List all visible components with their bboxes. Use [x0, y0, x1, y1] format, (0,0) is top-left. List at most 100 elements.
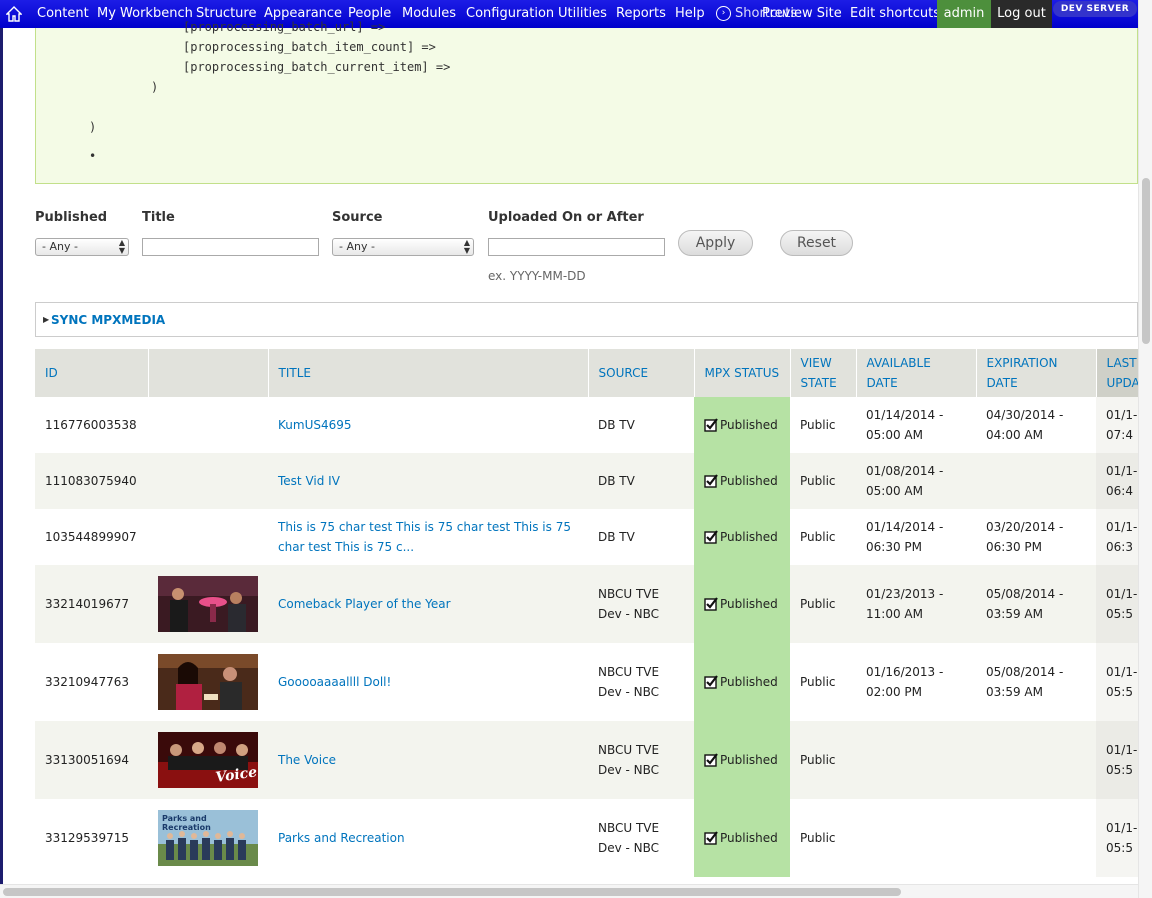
checkbox-checked-icon	[704, 418, 718, 432]
user-account-link[interactable]: admin	[937, 0, 991, 28]
home-icon[interactable]	[6, 6, 22, 22]
cell-thumbnail	[148, 643, 268, 721]
menu-configuration[interactable]: Configuration	[466, 6, 554, 21]
thumbnail-image[interactable]	[158, 576, 258, 632]
media-title-link[interactable]: This is 75 char test This is 75 char tes…	[278, 520, 571, 554]
cell-source: DB TV	[588, 397, 694, 453]
menu-my-workbench[interactable]: My Workbench	[97, 6, 193, 21]
col-header-title[interactable]: TITLE	[268, 349, 589, 397]
cell-view-state: Public	[790, 643, 856, 721]
status-text: Published	[720, 530, 778, 544]
col-header-view-state[interactable]: VIEW STATE	[790, 349, 857, 397]
table-row: 33210947763 Gooooaaaallll Doll! NBCU TVE D…	[35, 643, 1138, 721]
checkbox-checked-icon	[704, 530, 718, 544]
col-header-last-updated[interactable]: LAST UPDA	[1096, 349, 1138, 397]
col-header-available-date[interactable]: AVAILABLE DATE	[856, 349, 977, 397]
published-filter-label: Published	[35, 210, 108, 225]
cell-mpx-status: Published	[694, 397, 790, 453]
media-title-link[interactable]: KumUS4695	[278, 418, 352, 432]
table-row: 33130051694 Voice The Voice NBCU TVE Dev - …	[35, 721, 1138, 799]
cell-available-date	[856, 799, 976, 877]
status-text: Published	[720, 474, 778, 488]
collapse-caret-icon[interactable]: ▶	[43, 315, 49, 324]
cell-available-date: 01/23/2013 - 11:00 AM	[856, 565, 976, 643]
cell-title: The Voice	[268, 721, 588, 799]
title-filter-input[interactable]	[142, 238, 319, 256]
cell-thumbnail: Parks and Recreation	[148, 799, 268, 877]
cell-id: 33130051694	[35, 721, 148, 799]
sync-mpxmedia-toggle[interactable]: SYNC MPXMEDIA	[51, 313, 165, 327]
cell-available-date: 01/08/2014 - 05:00 AM	[856, 453, 976, 509]
media-title-link[interactable]: The Voice	[278, 753, 336, 767]
edit-shortcuts-link[interactable]: Edit shortcuts	[850, 6, 940, 21]
cell-available-date: 01/16/2013 - 02:00 PM	[856, 643, 976, 721]
menu-people[interactable]: People	[348, 6, 391, 21]
horizontal-scrollbar[interactable]	[0, 884, 1138, 898]
checkbox-checked-icon	[704, 753, 718, 767]
menu-appearance[interactable]: Appearance	[264, 6, 342, 21]
cell-view-state: Public	[790, 397, 856, 453]
uploaded-filter-label: Uploaded On or After	[488, 210, 644, 225]
cell-thumbnail: Voice	[148, 721, 268, 799]
media-table-wrapper: ID TITLE SOURCE MPX STATUS VIEW STATE AV…	[35, 349, 1138, 883]
cell-source: NBCU TVE Dev - NBC	[588, 565, 694, 643]
col-header-mpx-status[interactable]: MPX STATUS	[694, 349, 791, 397]
cell-last-updated: 01/1- 06:4	[1096, 453, 1138, 509]
media-title-link[interactable]: Comeback Player of the Year	[278, 597, 451, 611]
preview-site-link[interactable]: Preview Site	[762, 6, 842, 21]
horizontal-scroll-thumb[interactable]	[3, 888, 901, 896]
cell-id: 33214019677	[35, 565, 148, 643]
cell-id: 103544899907	[35, 509, 148, 565]
menu-reports[interactable]: Reports	[616, 6, 666, 21]
reset-button[interactable]: Reset	[780, 230, 853, 256]
source-select-value: - Any -	[339, 240, 375, 253]
thumbnail-image[interactable]: Parks and Recreation	[158, 810, 258, 866]
cell-available-date	[856, 721, 976, 799]
cell-last-updated: 01/1- 05:5	[1096, 721, 1138, 799]
cell-expiration-date	[976, 453, 1096, 509]
cell-id: 116776003538	[35, 397, 148, 453]
select-arrows-icon: ▲ ▼	[463, 238, 470, 255]
menu-content[interactable]: Content	[37, 6, 89, 21]
media-title-link[interactable]: Test Vid IV	[278, 474, 340, 488]
table-header-row: ID TITLE SOURCE MPX STATUS VIEW STATE AV…	[35, 349, 1138, 397]
cell-mpx-status: Published	[694, 565, 790, 643]
menu-help[interactable]: Help	[675, 6, 705, 21]
menu-utilities[interactable]: Utilities	[558, 6, 607, 21]
svg-text:Recreation: Recreation	[162, 823, 211, 832]
source-select[interactable]: - Any - ▲ ▼	[332, 238, 474, 256]
select-arrows-icon: ▲ ▼	[118, 238, 125, 255]
cell-view-state: Public	[790, 721, 856, 799]
checkbox-checked-icon	[704, 831, 718, 845]
cell-title: This is 75 char test This is 75 char tes…	[268, 509, 588, 565]
code-line: •	[89, 149, 97, 163]
cell-last-updated: 01/1- 05:5	[1096, 643, 1138, 721]
logout-link[interactable]: Log out	[991, 0, 1052, 28]
vertical-scroll-thumb[interactable]	[1142, 178, 1150, 344]
uploaded-date-input[interactable]	[488, 238, 665, 256]
published-select[interactable]: - Any - ▲ ▼	[35, 238, 129, 256]
col-header-id[interactable]: ID	[35, 349, 149, 397]
menu-structure[interactable]: Structure	[196, 6, 256, 21]
cell-expiration-date: 05/08/2014 - 03:59 AM	[976, 643, 1096, 721]
thumbnail-image[interactable]	[158, 654, 258, 710]
code-line: )	[151, 80, 159, 94]
menu-modules[interactable]: Modules	[402, 6, 456, 21]
thumbnail-image[interactable]: Voice	[158, 732, 258, 788]
shortcuts-toggle-icon[interactable]: ›	[716, 6, 731, 21]
cell-expiration-date: 05/08/2014 - 03:59 AM	[976, 565, 1096, 643]
cell-mpx-status: Published	[694, 799, 790, 877]
checkbox-checked-icon	[704, 675, 718, 689]
col-header-source[interactable]: SOURCE	[588, 349, 695, 397]
code-line: )	[89, 120, 97, 134]
table-row: 116776003538 KumUS4695 DB TV Published Publi…	[35, 397, 1138, 453]
vertical-scrollbar[interactable]	[1138, 0, 1152, 898]
left-edge-strip	[0, 28, 3, 888]
col-header-expiration-date[interactable]: EXPIRATION DATE	[976, 349, 1097, 397]
media-title-link[interactable]: Gooooaaaallll Doll!	[278, 675, 391, 689]
cell-source: DB TV	[588, 509, 694, 565]
cell-id: 111083075940	[35, 453, 148, 509]
cell-title: KumUS4695	[268, 397, 588, 453]
apply-button[interactable]: Apply	[678, 230, 753, 256]
media-title-link[interactable]: Parks and Recreation	[278, 831, 405, 845]
